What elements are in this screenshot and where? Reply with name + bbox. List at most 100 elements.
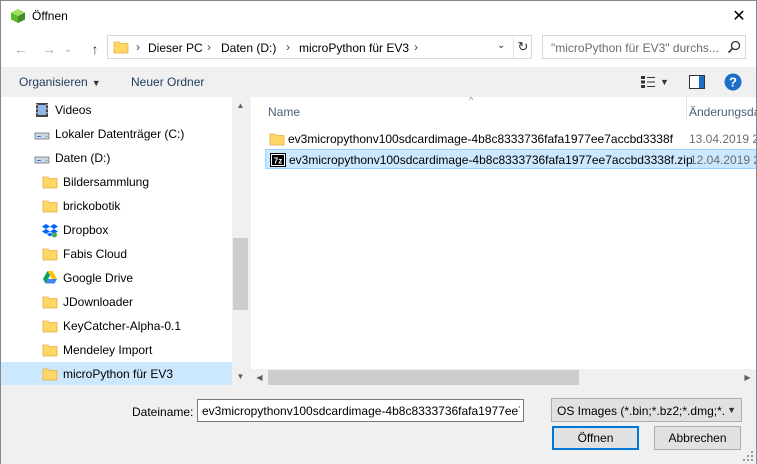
filename-label: Dateiname: bbox=[132, 405, 194, 419]
search-input[interactable]: "microPython für EV3" durchs... bbox=[542, 35, 746, 59]
folder-icon bbox=[42, 246, 58, 262]
folder-icon bbox=[113, 41, 129, 54]
breadcrumb-separator[interactable]: › bbox=[286, 40, 290, 54]
refresh-button[interactable]: ↻ bbox=[514, 38, 532, 56]
sidebar-item[interactable]: brickobotik bbox=[1, 194, 232, 218]
sidebar-item-label: Google Drive bbox=[63, 271, 134, 285]
cancel-button[interactable]: Abbrechen bbox=[654, 426, 741, 450]
open-button[interactable]: Öffnen bbox=[552, 426, 639, 450]
breadcrumb-micropython[interactable]: microPython für EV3 bbox=[299, 41, 409, 55]
sidebar-item-label: Fabis Cloud bbox=[63, 247, 128, 261]
organize-label: Organisieren bbox=[19, 75, 88, 89]
folder-icon bbox=[42, 318, 58, 334]
dialog-footer: Dateiname: ev3micropythonv100sdcardimage… bbox=[1, 386, 756, 464]
folder-icon bbox=[42, 344, 58, 357]
sidebar-item[interactable]: Fabis Cloud bbox=[1, 242, 232, 266]
scrollbar-thumb[interactable] bbox=[268, 370, 579, 385]
sidebar-item-label: Videos bbox=[55, 103, 92, 117]
help-icon[interactable]: ? bbox=[724, 73, 742, 91]
sidebar-item-label: Mendeley Import bbox=[63, 343, 153, 357]
svg-text:?: ? bbox=[729, 75, 737, 90]
folder-icon bbox=[42, 320, 58, 333]
folder-icon bbox=[42, 294, 58, 310]
folder-icon bbox=[42, 200, 58, 213]
file-row[interactable]: 7z ev3micropythonv100sdcardimage-4b8c8333… bbox=[265, 149, 756, 169]
video-icon bbox=[34, 102, 50, 118]
address-bar[interactable]: › Dieser PC › Daten (D:) › microPython f… bbox=[107, 35, 532, 59]
file-list-horizontal-scrollbar[interactable]: ◀ ▶ bbox=[251, 369, 756, 386]
breadcrumb-dieser-pc[interactable]: Dieser PC bbox=[148, 41, 203, 55]
title-bar: Öffnen ✕ bbox=[1, 1, 756, 31]
navigation-pane: Videos Lokaler Datenträger (C:) Daten (D:)… bbox=[1, 97, 232, 385]
sidebar-item-label: KeyCatcher-Alpha-0.1 bbox=[63, 319, 182, 333]
recent-locations-button[interactable]: ⌄ bbox=[61, 40, 75, 58]
google-drive-icon bbox=[43, 271, 57, 284]
up-button[interactable]: ↑ bbox=[85, 40, 105, 58]
window-title: Öffnen bbox=[32, 9, 68, 23]
folder-icon bbox=[269, 131, 285, 150]
back-button[interactable]: ← bbox=[11, 40, 31, 58]
sidebar-item-label: Lokaler Datenträger (C:) bbox=[55, 127, 185, 141]
scrollbar-thumb[interactable] bbox=[233, 238, 248, 310]
sort-ascending-icon: ^ bbox=[469, 97, 474, 105]
column-header-name-label: Name bbox=[268, 105, 301, 119]
sidebar-item[interactable]: KeyCatcher-Alpha-0.1 bbox=[1, 314, 232, 338]
file-type-select[interactable]: OS Images (*.bin;*.bz2;*.dmg;*. ▼ bbox=[551, 398, 742, 422]
address-dropdown-icon[interactable]: ⌄ bbox=[497, 40, 505, 51]
file-row[interactable]: ev3micropythonv100sdcardimage-4b8c833373… bbox=[265, 129, 756, 149]
sidebar-item[interactable]: Videos bbox=[1, 98, 232, 122]
sidebar-item[interactable]: Bildersammlung bbox=[1, 170, 232, 194]
sidebar-item[interactable]: Lokaler Datenträger (C:) bbox=[1, 122, 232, 146]
folder-icon bbox=[42, 176, 58, 189]
preview-pane-icon[interactable] bbox=[689, 75, 705, 89]
folder-icon bbox=[42, 366, 58, 382]
file-date: 12.04.2019 2 bbox=[690, 153, 756, 167]
file-name: ev3micropythonv100sdcardimage-4b8c833373… bbox=[289, 153, 693, 167]
open-file-dialog: Öffnen ✕ ← → ⌄ ↑ › Dieser PC › Daten (D:… bbox=[0, 0, 757, 464]
filename-input[interactable]: ev3micropythonv100sdcardimage-4b8c833373… bbox=[197, 399, 524, 422]
drive-icon bbox=[34, 150, 50, 166]
drive-icon bbox=[34, 156, 50, 164]
search-placeholder: "microPython für EV3" durchs... bbox=[551, 41, 719, 55]
sidebar-item[interactable]: JDownloader bbox=[1, 290, 232, 314]
column-header-date[interactable]: Änderungsdatum bbox=[689, 105, 756, 119]
scroll-down-icon[interactable]: ▼ bbox=[232, 368, 249, 385]
view-options-icon[interactable] bbox=[640, 75, 656, 89]
search-icon[interactable] bbox=[727, 40, 741, 54]
view-dropdown-icon[interactable]: ▼ bbox=[660, 77, 669, 87]
drive-icon bbox=[34, 126, 50, 142]
navigation-pane-scrollbar[interactable]: ▲ ▼ bbox=[232, 97, 249, 385]
video-icon bbox=[36, 103, 48, 117]
sidebar-item[interactable]: Dropbox bbox=[1, 218, 232, 242]
breadcrumb-daten-d[interactable]: Daten (D:) bbox=[221, 41, 276, 55]
organize-button[interactable]: Organisieren ▼ bbox=[19, 75, 101, 89]
breadcrumb-separator[interactable]: › bbox=[207, 40, 211, 54]
file-name: ev3micropythonv100sdcardimage-4b8c833373… bbox=[288, 132, 673, 146]
7zip-icon-label: 7z bbox=[274, 157, 282, 166]
sidebar-item[interactable]: microPython für EV3 bbox=[1, 362, 232, 385]
sidebar-item-label: Daten (D:) bbox=[55, 151, 111, 165]
sidebar-item-label: JDownloader bbox=[63, 295, 134, 309]
scroll-left-icon[interactable]: ◀ bbox=[251, 369, 268, 386]
scroll-right-icon[interactable]: ▶ bbox=[739, 369, 756, 386]
filename-value: ev3micropythonv100sdcardimage-4b8c833373… bbox=[202, 404, 520, 418]
file-date: 13.04.2019 2 bbox=[689, 132, 756, 146]
sidebar-item[interactable]: Mendeley Import bbox=[1, 338, 232, 362]
command-bar: Organisieren ▼ Neuer Ordner ▼ ? bbox=[1, 67, 756, 97]
new-folder-button[interactable]: Neuer Ordner bbox=[131, 75, 204, 89]
file-type-value: OS Images (*.bin;*.bz2;*.dmg;*. bbox=[557, 404, 725, 418]
resize-grip-icon[interactable] bbox=[743, 451, 753, 461]
sidebar-item[interactable]: Google Drive bbox=[1, 266, 232, 290]
forward-button[interactable]: → bbox=[39, 40, 59, 58]
column-separator[interactable] bbox=[686, 97, 687, 119]
folder-icon bbox=[42, 174, 58, 190]
scroll-up-icon[interactable]: ▲ bbox=[232, 97, 249, 114]
column-header-name[interactable]: Name bbox=[268, 105, 300, 119]
breadcrumb-separator[interactable]: › bbox=[414, 40, 418, 54]
7zip-icon: 7z bbox=[270, 152, 286, 171]
app-cube-icon bbox=[11, 9, 25, 23]
folder-icon bbox=[269, 133, 285, 146]
close-button[interactable]: ✕ bbox=[722, 1, 756, 31]
sidebar-item[interactable]: Daten (D:) bbox=[1, 146, 232, 170]
google-drive-icon bbox=[42, 270, 58, 286]
